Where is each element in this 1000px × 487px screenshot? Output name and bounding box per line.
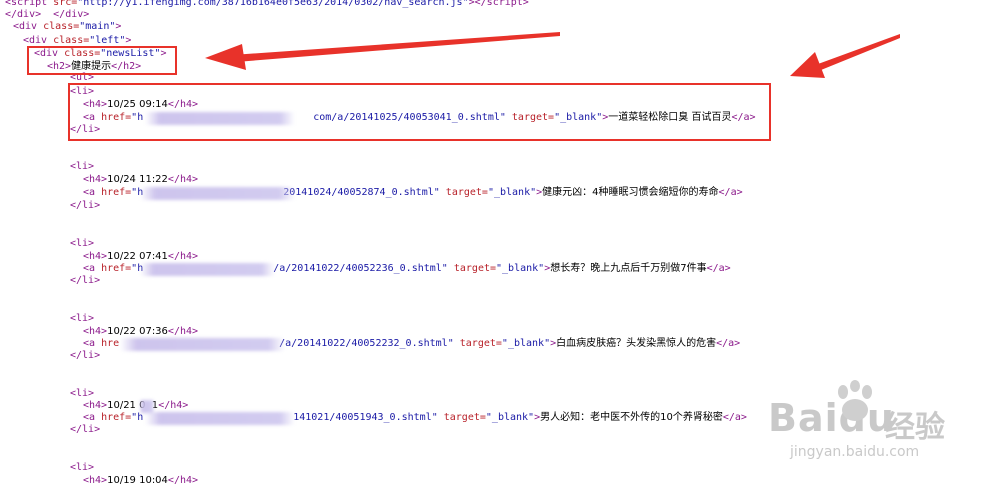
item-title: 白血病皮肤癌？头发染黑惊人的危害 xyxy=(556,338,717,349)
li-open: <li> xyxy=(70,462,95,473)
item-title: 想长寿？晚上九点后千万别做7件事 xyxy=(550,263,707,274)
item-title: 健康元凶：4种睡眠习惯会缩短你的寿命 xyxy=(542,187,719,198)
redaction-blur xyxy=(140,400,154,413)
arrow-left-icon xyxy=(232,32,560,62)
item-time: 10/22 07:36 xyxy=(107,326,168,337)
highlight-box-first-item xyxy=(68,83,771,141)
li-open: <li> xyxy=(70,313,95,324)
watermark-cn: 经验 xyxy=(885,410,945,445)
redaction-blur xyxy=(145,412,295,425)
h4-line: <h4>10/24 11:22</h4> xyxy=(83,174,199,185)
li-close: </li> xyxy=(70,200,101,211)
item-time: 10/22 07:41 xyxy=(107,251,168,262)
watermark-url: jingyan.baidu.com xyxy=(790,444,920,460)
div-main-line: <div class="main"> xyxy=(13,21,122,32)
li-close: </li> xyxy=(70,424,101,435)
h4-line: <h4>10/22 07:41</h4> xyxy=(83,251,199,262)
item-url: /a/20141022/40052236_0.shtml" xyxy=(273,263,448,274)
li-open: <li> xyxy=(70,161,95,172)
h4-line: <h4>10/21 0 1</h4> xyxy=(83,400,189,411)
li-close: </li> xyxy=(70,275,101,286)
item-url: 20141024/40052874_0.shtml" xyxy=(283,187,440,198)
item-url: 141021/40051943_0.shtml" xyxy=(293,412,438,423)
paw-icon xyxy=(838,380,872,421)
script-src: "http://y1.ifengimg.com/38716b164e0f5e63… xyxy=(77,0,469,8)
source-view: { "header": { "script_src": "\"http://y1… xyxy=(0,0,1000,487)
li-open: <li> xyxy=(70,238,95,249)
highlight-box-newslist xyxy=(27,46,177,75)
item-time: 10/19 10:04 xyxy=(107,475,168,486)
li-close: </li> xyxy=(70,350,101,361)
redaction-blur xyxy=(120,338,285,351)
item-time: 10/24 11:22 xyxy=(107,174,168,185)
li-open: <li> xyxy=(70,388,95,399)
close-div-line: </div> </div> xyxy=(5,9,90,20)
arrow-right-head-icon xyxy=(790,52,825,78)
item-url: /a/20141022/40052232_0.shtml" xyxy=(279,338,454,349)
arrow-right-icon xyxy=(818,34,900,70)
h4-line: <h4>10/22 07:36</h4> xyxy=(83,326,199,337)
redaction-blur xyxy=(140,187,295,200)
item-title: 男人必知：老中医不外传的10个养肾秘密 xyxy=(540,412,723,423)
redaction-blur xyxy=(140,263,275,276)
script-line: <script src="http://y1.ifengimg.com/3871… xyxy=(5,0,529,9)
h4-line: <h4>10/19 10:04</h4> xyxy=(83,475,199,486)
arrow-left-head-icon xyxy=(205,44,246,70)
